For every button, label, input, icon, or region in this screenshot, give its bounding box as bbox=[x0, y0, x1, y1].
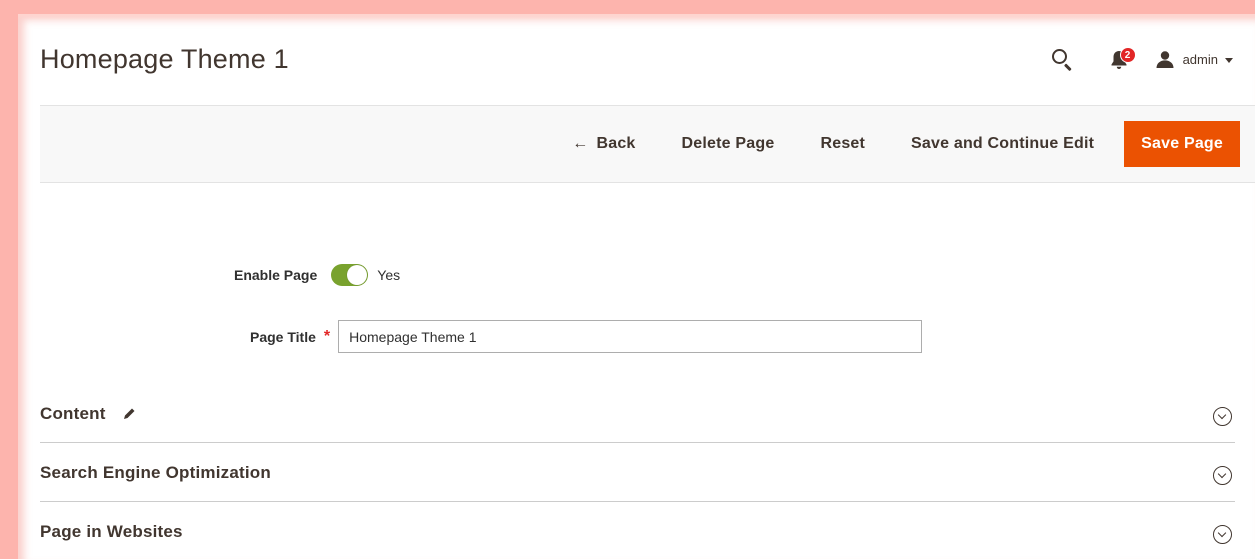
reset-button[interactable]: Reset bbox=[797, 121, 888, 167]
required-asterisk: * bbox=[323, 327, 331, 345]
user-name: admin bbox=[1182, 51, 1218, 67]
search-button[interactable] bbox=[1050, 47, 1074, 72]
chevron-down-icon[interactable] bbox=[1213, 406, 1232, 426]
enable-page-toggle[interactable] bbox=[331, 264, 369, 286]
enable-page-value: Yes bbox=[377, 267, 401, 283]
save-and-continue-button[interactable]: Save and Continue Edit bbox=[888, 121, 1117, 167]
section-title: Content bbox=[40, 403, 106, 423]
header-actions: 2 admin bbox=[1050, 47, 1233, 72]
section-title: Search Engine Optimization bbox=[40, 462, 271, 482]
notifications-button[interactable]: 2 bbox=[1110, 47, 1136, 71]
section-search-engine-optimization[interactable]: Search Engine Optimization bbox=[40, 444, 1235, 502]
notification-badge: 2 bbox=[1119, 47, 1136, 63]
delete-page-button[interactable]: Delete Page bbox=[659, 121, 798, 167]
toggle-knob bbox=[347, 265, 368, 285]
section-title: Page in Websites bbox=[40, 522, 183, 541]
page-actions: ← Back Delete Page Reset Save and Continu… bbox=[549, 121, 1240, 167]
pencil-icon bbox=[122, 407, 136, 421]
section-content[interactable]: Content bbox=[40, 385, 1235, 443]
app-window: Homepage Theme 1 2 admin ← Back Delete P… bbox=[0, 0, 1255, 559]
caret-down-icon bbox=[1225, 57, 1233, 63]
user-menu[interactable]: admin bbox=[1156, 50, 1233, 68]
back-label: Back bbox=[596, 135, 636, 152]
page-title-input[interactable] bbox=[338, 320, 923, 353]
page-title-label: Page Title bbox=[250, 328, 316, 345]
chevron-down-icon[interactable] bbox=[1213, 525, 1232, 544]
enable-page-label: Enable Page bbox=[234, 267, 318, 283]
chevron-down-icon[interactable] bbox=[1213, 465, 1232, 485]
user-icon bbox=[1156, 50, 1174, 68]
page-title-row: Page Title * bbox=[250, 320, 923, 353]
arrow-left-icon: ← bbox=[572, 135, 589, 152]
section-page-in-websites[interactable]: Page in Websites bbox=[40, 503, 1235, 559]
back-button[interactable]: ← Back bbox=[549, 121, 658, 167]
page-title: Homepage Theme 1 bbox=[40, 44, 289, 74]
save-page-button[interactable]: Save Page bbox=[1124, 121, 1240, 167]
enable-page-row: Enable Page Yes bbox=[234, 264, 400, 286]
page-actions-toolbar: ← Back Delete Page Reset Save and Continu… bbox=[40, 105, 1255, 183]
